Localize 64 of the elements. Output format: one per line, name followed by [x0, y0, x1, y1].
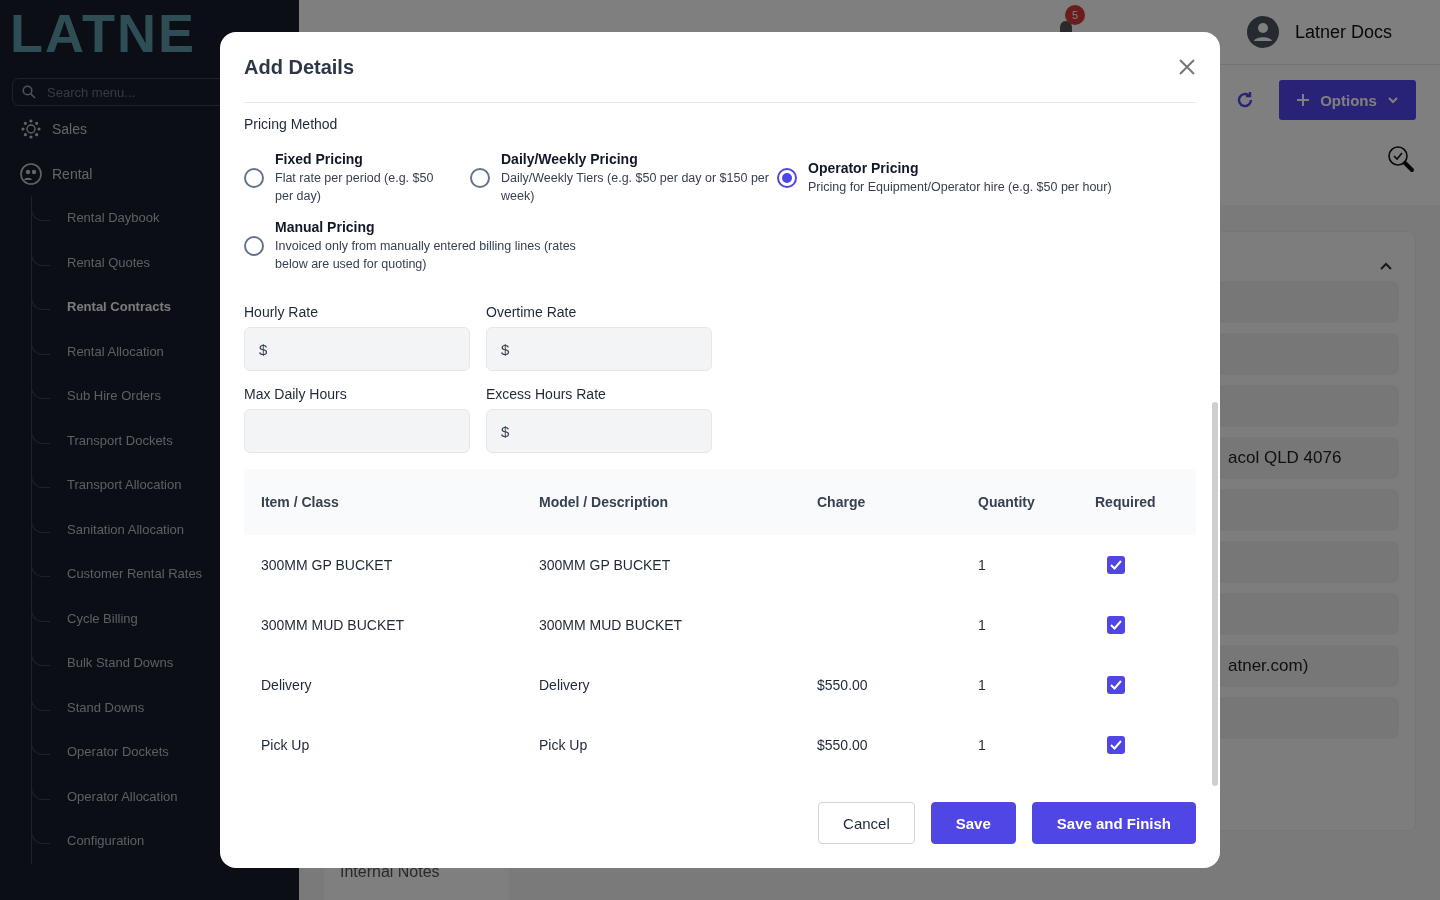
option-title: Operator Pricing: [808, 160, 920, 176]
save-button[interactable]: Save: [930, 802, 1016, 844]
notification-badge: 5: [1064, 5, 1085, 25]
options-button[interactable]: Options: [1279, 80, 1416, 120]
option-title: Daily/Weekly Pricing: [501, 151, 639, 167]
table-cell-text: Delivery: [538, 676, 591, 695]
column-header: Charge: [800, 469, 961, 535]
checkbox[interactable]: [1107, 676, 1125, 694]
column-header: Model / Description: [522, 469, 800, 535]
checkbox[interactable]: [1107, 736, 1125, 754]
save-button[interactable]: Save and Finish: [1031, 802, 1196, 844]
search-check-icon[interactable]: [1386, 144, 1416, 174]
user-name[interactable]: Latner Docs: [1294, 21, 1392, 43]
chevron-down-icon: [1386, 96, 1399, 104]
field-label: Excess Hours Rate: [486, 386, 606, 402]
table-cell-text: $550.00: [816, 676, 869, 695]
option-description: Pricing for Equipment/Operator hire (e.g. $50 per hour): [808, 179, 1112, 196]
column-header: Item / Class: [244, 469, 522, 535]
logo: LATNE: [9, 2, 196, 64]
column-header: Required: [1078, 469, 1196, 535]
sidebar-subitem[interactable]: Operator Allocation: [32, 774, 299, 819]
sidebar-subitem[interactable]: Configuration: [32, 819, 299, 864]
field-label: Overtime Rate: [486, 304, 577, 320]
option-description: Daily/Weekly Tiers (e.g. $50 per day or $150 per week): [501, 170, 770, 205]
cancel-button[interactable]: Cancel: [818, 802, 915, 844]
avatar-icon[interactable]: [1246, 16, 1279, 48]
modal-title: Add Details: [244, 55, 355, 79]
option-description: Invoiced only from manually entered billing lines (rates below are used for quoting): [275, 238, 577, 273]
sun-icon: [20, 117, 42, 140]
option-title: Fixed Pricing: [275, 151, 364, 167]
input-field[interactable]: [244, 409, 470, 453]
radio-button[interactable]: [470, 168, 490, 188]
refresh-icon[interactable]: [1235, 90, 1255, 110]
checkbox[interactable]: [1107, 556, 1125, 574]
input-field[interactable]: $: [486, 327, 712, 371]
field-label: Hourly Rate: [244, 304, 318, 320]
table-cell: 300MM GP BUCKET: [522, 535, 800, 595]
table-cell-text: Delivery: [260, 676, 313, 695]
table-cell-text: 1: [977, 676, 987, 695]
column-header: Quantity: [961, 469, 1078, 535]
table-cell-text: Pick Up: [260, 736, 311, 755]
table-cell-text: 300MM MUD BUCKET: [538, 616, 684, 635]
input-field[interactable]: $: [486, 409, 712, 453]
table-cell-text: 1: [977, 616, 987, 635]
table-cell-text: $550.00: [816, 736, 869, 755]
field-label: Max Daily Hours: [244, 386, 347, 402]
search-icon: [22, 85, 36, 99]
table-cell-text: 1: [977, 736, 987, 755]
table-cell: 1: [961, 535, 1078, 595]
option-description: Flat rate per period (e.g. $50 per day): [275, 170, 435, 205]
section-label: Pricing Method: [244, 116, 338, 132]
checkbox[interactable]: [1107, 616, 1125, 634]
radio-button[interactable]: [244, 168, 264, 188]
option-title: Manual Pricing: [275, 219, 376, 235]
sidebar-subitem[interactable]: Transport Dockets: [32, 418, 299, 463]
input-field[interactable]: $: [244, 327, 470, 371]
table-cell-text: 300MM MUD BUCKET: [260, 616, 406, 635]
radio-button[interactable]: [777, 168, 797, 188]
scrollbar[interactable]: [1212, 402, 1218, 786]
table-cell-text: Pick Up: [538, 736, 589, 755]
plus-icon: [1296, 93, 1311, 107]
radio-button[interactable]: [244, 236, 264, 256]
chevron-up-icon[interactable]: [1379, 262, 1393, 271]
close-icon[interactable]: [1178, 58, 1196, 76]
